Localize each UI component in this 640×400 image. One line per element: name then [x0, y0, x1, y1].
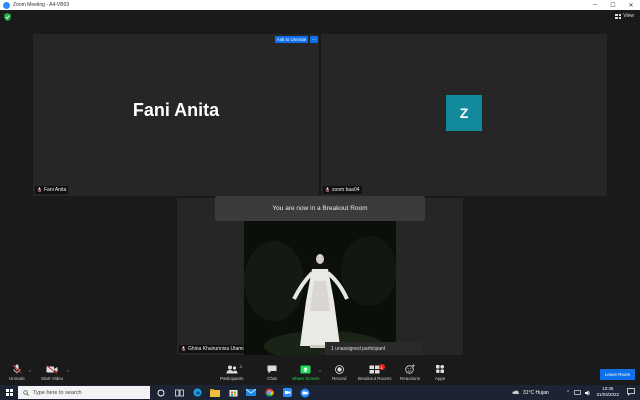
participant-name: Fani Anita — [44, 187, 67, 193]
start-video-label: Start Video — [41, 376, 64, 381]
title-bar: Zoom Meeting - A4-VB03 ─ ☐ ✕ — [0, 0, 640, 10]
shield-icon[interactable] — [4, 13, 11, 21]
chat-button[interactable]: Chat — [266, 364, 278, 381]
unmute-label: Unmute — [9, 376, 25, 381]
microphone-muted-icon — [12, 364, 22, 374]
view-button[interactable]: View — [615, 13, 634, 19]
apps-label: Apps — [434, 376, 446, 381]
clock-date: 31/03/2022 — [596, 392, 619, 397]
participants-count: 3 — [239, 364, 242, 369]
breakout-rooms-label: Breakout Rooms — [358, 376, 392, 381]
system-tray-icons: ⌃ — [566, 385, 591, 400]
edge-browser-icon[interactable] — [191, 387, 203, 398]
muted-mic-icon — [325, 187, 330, 193]
cortana-icon[interactable] — [155, 387, 167, 398]
video-options-chevron-icon[interactable]: ⌃ — [66, 370, 70, 376]
participant-name-label: Ghina Khairunnisa Utami — [179, 345, 246, 353]
participant-video — [244, 221, 396, 355]
unmute-button[interactable]: Unmute — [9, 364, 25, 381]
chrome-icon[interactable] — [263, 387, 275, 398]
participants-icon — [226, 365, 238, 373]
taskbar-search-box[interactable]: Type here to search — [18, 386, 150, 399]
file-explorer-icon[interactable] — [209, 387, 221, 398]
chat-icon — [267, 365, 277, 373]
breakout-rooms-button[interactable]: 1 Breakout Rooms — [358, 364, 392, 381]
more-options-button[interactable]: ··· — [310, 36, 318, 43]
chevron-up-icon[interactable]: ⌃ — [566, 390, 570, 396]
record-label: Record — [332, 376, 347, 381]
record-button[interactable]: Record — [332, 364, 347, 381]
volume-icon[interactable] — [585, 390, 591, 396]
meeting-toolbar: Unmute ⌃ Start Video ⌃ 3 Participants Ch… — [0, 362, 640, 385]
ask-to-unmute-button[interactable]: Ask to Unmute — [275, 36, 308, 43]
reactions-label: Reactions — [400, 376, 421, 381]
audio-options-chevron-icon[interactable]: ⌃ — [28, 370, 32, 376]
search-placeholder: Type here to search — [33, 389, 82, 396]
grid-view-icon — [615, 13, 622, 19]
chat-label: Chat — [267, 376, 277, 381]
participants-label: Participants — [220, 376, 244, 381]
participant-name-label: Fani Anita — [35, 186, 69, 194]
avatar: Z — [446, 95, 482, 131]
reactions-icon — [405, 364, 415, 374]
zoom-app-icon[interactable] — [281, 387, 293, 398]
close-button[interactable]: ✕ — [622, 0, 640, 10]
muted-mic-icon — [181, 346, 186, 352]
minimize-button[interactable]: ─ — [586, 0, 604, 10]
record-icon — [334, 364, 344, 374]
video-off-icon — [46, 364, 58, 374]
zoom-app-icon — [3, 1, 10, 9]
video-frame-image — [244, 221, 396, 355]
taskbar-clock[interactable]: 13:35 31/03/2022 — [596, 386, 619, 398]
windows-taskbar: Type here to search 31°C Hujan ⌃ 13:35 3… — [0, 385, 640, 400]
window-controls: ─ ☐ ✕ — [586, 0, 640, 10]
window-title: Zoom Meeting - A4-VB03 — [13, 2, 70, 8]
zoom-meeting-active-icon[interactable] — [299, 387, 311, 398]
participant-name: zoom baa04 — [332, 187, 360, 193]
start-video-button[interactable]: Start Video — [41, 364, 63, 381]
mail-icon[interactable] — [245, 387, 257, 398]
task-view-icon[interactable] — [173, 387, 185, 398]
participant-display-name: Fani Anita — [132, 100, 220, 120]
search-icon — [23, 389, 29, 396]
unassigned-participant-popup[interactable]: 1 unassigned participant — [325, 342, 422, 355]
leave-room-button[interactable]: Leave Room — [600, 369, 635, 380]
breakout-notification-badge: 1 — [378, 364, 385, 370]
share-options-chevron-icon[interactable]: ⌃ — [318, 370, 322, 376]
cloud-rain-icon — [512, 390, 520, 394]
weather-text: 31°C Hujan — [523, 389, 549, 396]
start-button[interactable] — [0, 385, 18, 400]
participant-tile-ghina[interactable]: Ghina Khairunnisa Utami — [177, 198, 463, 355]
weather-widget[interactable]: 31°C Hujan — [512, 385, 549, 400]
windows-logo-icon — [5, 389, 13, 396]
meeting-top-strip: View — [0, 10, 640, 24]
breakout-room-banner: You are now in a Breakout Room — [215, 196, 425, 221]
participant-name: Ghina Khairunnisa Utami — [188, 346, 244, 352]
participant-name-label: zoom baa04 — [323, 186, 362, 194]
notification-center-icon[interactable] — [627, 388, 635, 396]
muted-mic-icon — [37, 187, 42, 193]
microsoft-store-icon[interactable] — [227, 387, 239, 398]
reactions-button[interactable]: Reactions — [400, 364, 420, 381]
apps-icon — [436, 365, 444, 373]
network-icon[interactable] — [574, 390, 582, 395]
participants-button[interactable]: 3 Participants — [220, 364, 244, 381]
maximize-button[interactable]: ☐ — [604, 0, 622, 10]
share-screen-icon — [300, 365, 311, 373]
participant-tile-fani[interactable]: Fani Anita Fani Anita — [33, 34, 319, 196]
zoom-window: Zoom Meeting - A4-VB03 ─ ☐ ✕ View Fani A… — [0, 0, 640, 400]
apps-button[interactable]: Apps — [434, 364, 446, 381]
participant-tile-zoom[interactable]: Z zoom baa04 — [321, 34, 607, 196]
share-screen-button[interactable]: Share Screen — [292, 364, 320, 381]
view-label: View — [623, 13, 634, 19]
share-screen-label: Share Screen — [292, 376, 320, 381]
